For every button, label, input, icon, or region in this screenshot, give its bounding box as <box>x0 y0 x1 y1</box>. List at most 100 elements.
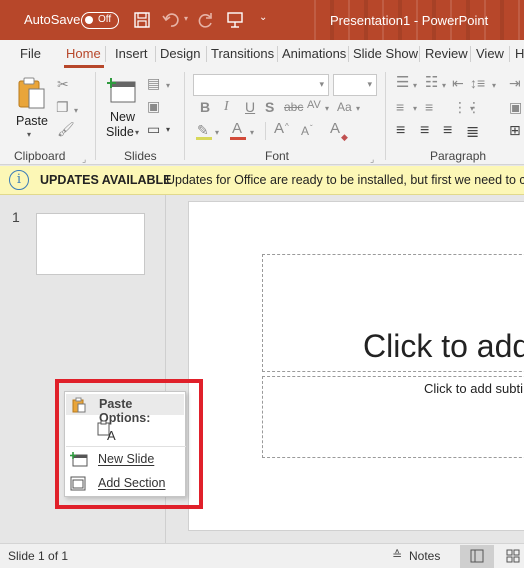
character-spacing-button[interactable]: AV <box>307 98 321 112</box>
align-text-icon[interactable]: ▣ <box>509 100 522 114</box>
slide-sorter-button[interactable] <box>500 545 524 568</box>
columns-grid-icon[interactable]: ⋮⋮ <box>453 100 481 114</box>
tab-slide-show[interactable]: Slide Show <box>353 46 418 61</box>
highlight-icon[interactable]: ✎ <box>197 123 209 137</box>
numbering-icon[interactable]: ☷ <box>425 75 438 90</box>
autosave-label: AutoSave <box>24 12 81 27</box>
shadow-button[interactable]: S <box>265 100 274 114</box>
notes-label: Notes <box>409 549 441 563</box>
columns-icon[interactable]: ≡ <box>425 100 433 114</box>
font-color-button[interactable]: A <box>232 121 242 136</box>
line-spacing-icon[interactable]: ↕≡ <box>470 76 485 90</box>
align-left-small-icon[interactable]: ≡ <box>396 100 404 114</box>
slide-canvas[interactable]: Click to add Click to add subti <box>188 201 524 531</box>
copy-dropdown-icon[interactable]: ▾ <box>74 104 78 118</box>
present-from-beginning-icon[interactable] <box>226 11 244 32</box>
slide-editor[interactable]: Click to add Click to add subti <box>167 195 524 543</box>
chevron-down-icon: ▾ <box>319 79 324 89</box>
subtitle-placeholder-text: Click to add subti <box>424 381 523 396</box>
tab-transitions[interactable]: Transitions <box>211 46 274 61</box>
character-spacing-dropdown-icon[interactable]: ▾ <box>325 102 329 116</box>
slides-group-label: Slides <box>124 149 157 163</box>
change-case-dropdown-icon[interactable]: ▾ <box>356 102 360 116</box>
bullets-dropdown-icon[interactable]: ▾ <box>413 79 417 93</box>
tab-divider <box>470 46 471 62</box>
highlight-dropdown-icon[interactable]: ▾ <box>215 126 219 140</box>
autosave-state: Off <box>98 14 112 25</box>
tab-insert[interactable]: Insert <box>115 46 148 61</box>
cut-icon[interactable]: ✂ <box>57 77 69 91</box>
undo-dropdown-icon[interactable]: ▾ <box>184 14 188 23</box>
new-slide-label: New <box>110 110 136 124</box>
underline-button[interactable]: U <box>245 100 255 114</box>
change-case-button[interactable]: Aa <box>337 100 352 114</box>
ribbon-tabs: File Home Insert Design Transitions Anim… <box>0 40 524 68</box>
align-dropdown-icon[interactable]: ▾ <box>413 102 417 116</box>
font-group-label: Font <box>265 149 290 163</box>
font-dialog-launcher-icon[interactable]: ⌟ <box>370 152 374 164</box>
customize-toolbar-icon[interactable]: ⌄ <box>259 12 267 23</box>
new-slide-button[interactable]: New Slide ▾ <box>104 74 140 142</box>
new-slide-dropdown-icon: ▾ <box>135 128 140 137</box>
new-slide-label-2: Slide <box>106 125 134 139</box>
group-separator <box>385 72 386 160</box>
font-size-dropdown[interactable]: ▾ <box>333 74 377 96</box>
tab-home[interactable]: Home <box>66 46 101 61</box>
tab-divider <box>206 46 207 62</box>
decrease-font-size-button[interactable]: A <box>301 124 309 138</box>
columns-dropdown-icon[interactable]: ▾ <box>470 102 474 116</box>
align-left-icon[interactable]: ≡ <box>396 122 405 140</box>
tab-design[interactable]: Design <box>160 46 200 61</box>
increase-font-size-button[interactable]: A <box>274 121 284 136</box>
italic-button[interactable]: I <box>224 100 229 114</box>
format-painter-icon[interactable]: 🖌 <box>57 122 75 136</box>
section-dropdown-icon[interactable]: ▾ <box>166 125 170 134</box>
font-color-dropdown-icon[interactable]: ▾ <box>250 126 254 140</box>
reset-icon[interactable]: ▣ <box>147 99 160 113</box>
bold-button[interactable]: B <box>200 100 210 114</box>
group-separator <box>95 72 96 160</box>
slide-thumbnail[interactable] <box>36 213 145 275</box>
decrease-indent-icon[interactable]: ⇤ <box>452 76 464 90</box>
strikethrough-button[interactable]: abc <box>284 100 303 114</box>
clipboard-dialog-launcher-icon[interactable]: ⌟ <box>82 152 86 164</box>
clear-formatting-button[interactable]: A <box>330 121 340 136</box>
new-slide-icon <box>107 78 136 103</box>
save-icon[interactable] <box>134 12 150 31</box>
normal-view-button[interactable] <box>460 545 494 568</box>
copy-icon[interactable]: ❐ <box>56 100 69 114</box>
paste-button[interactable]: Paste ▾ <box>12 74 50 140</box>
layout-icon[interactable]: ▤ <box>147 76 160 90</box>
tab-review[interactable]: Review <box>425 46 468 61</box>
title-placeholder[interactable]: Click to add <box>262 254 524 372</box>
font-name-dropdown[interactable]: ▾ <box>193 74 329 96</box>
highlight-color-bar <box>196 137 212 140</box>
text-direction-icon[interactable]: ⇥ <box>509 76 521 90</box>
bullets-icon[interactable]: ☰ <box>396 75 409 90</box>
section-icon[interactable]: ▭ <box>147 121 160 138</box>
subtitle-placeholder[interactable]: Click to add subti <box>262 376 524 458</box>
redo-icon[interactable] <box>196 11 214 32</box>
thumbnail-number: 1 <box>12 209 20 225</box>
smartart-icon[interactable]: ⊞ <box>509 122 521 139</box>
chevron-down-icon: ▾ <box>367 79 372 89</box>
justify-icon[interactable]: ≣ <box>466 122 479 142</box>
tab-file[interactable]: File <box>20 46 41 61</box>
annotation-highlight-box <box>55 379 203 509</box>
autosave-toggle[interactable]: Off <box>81 12 119 29</box>
tab-divider <box>419 46 420 62</box>
tab-help[interactable]: H <box>515 46 524 61</box>
layout-dropdown-icon[interactable]: ▾ <box>166 79 170 93</box>
tab-animations[interactable]: Animations <box>282 46 346 61</box>
line-spacing-dropdown-icon[interactable]: ▾ <box>492 79 496 93</box>
paste-dropdown-icon[interactable]: ▾ <box>27 130 31 139</box>
notes-button[interactable]: ≙ Notes <box>392 547 447 566</box>
tab-view[interactable]: View <box>476 46 504 61</box>
align-center-icon[interactable]: ≡ <box>420 122 429 140</box>
group-separator <box>184 72 185 160</box>
undo-icon[interactable] <box>162 11 182 32</box>
align-right-icon[interactable]: ≡ <box>443 122 452 140</box>
paragraph-group-label: Paragraph <box>430 149 487 163</box>
clipboard-group-label: Clipboard <box>14 149 66 163</box>
numbering-dropdown-icon[interactable]: ▾ <box>442 79 446 93</box>
